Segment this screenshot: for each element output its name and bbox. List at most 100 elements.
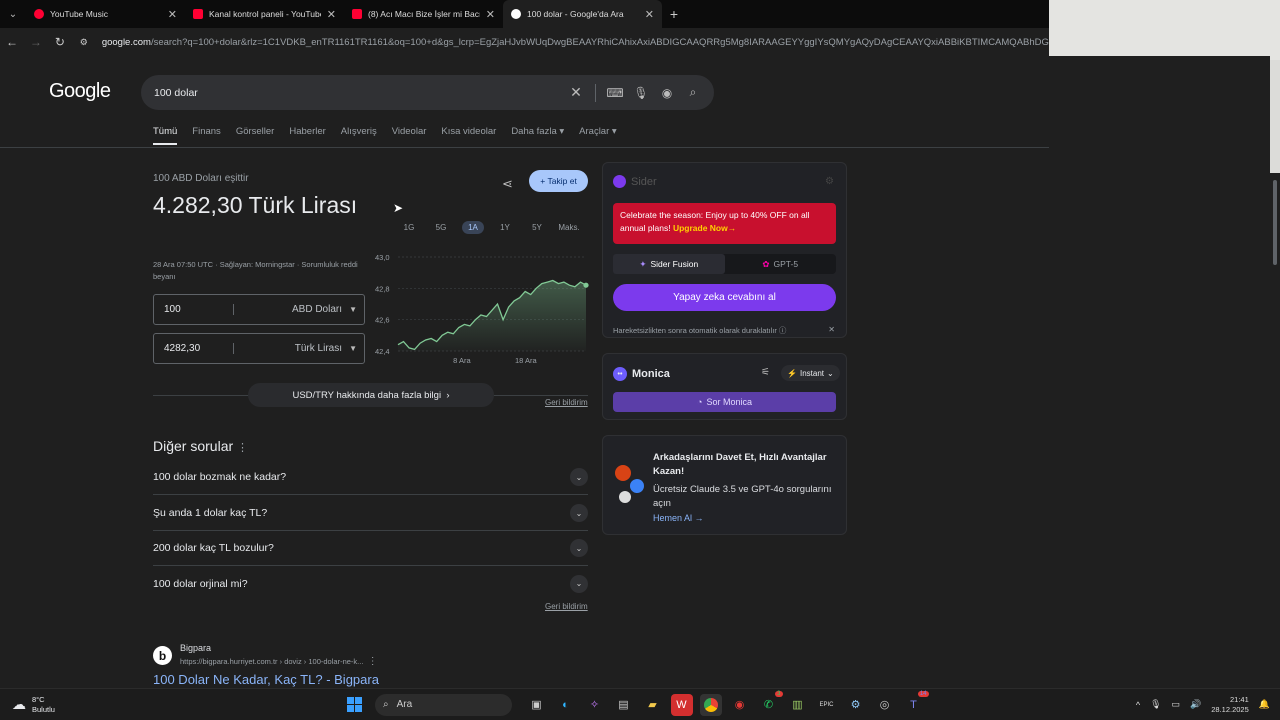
feedback-link[interactable]: Geri bildirim (545, 602, 588, 611)
tab-youtube-video[interactable]: (8) Acı Macı Bize İşler mi Bacı Y... ✕ (344, 0, 503, 28)
dropdown-icon[interactable]: ▼ (349, 305, 357, 314)
task-view-icon[interactable]: ▣ (526, 694, 548, 716)
edge-icon[interactable]: ◐ (555, 694, 577, 716)
paa-question[interactable]: Şu anda 1 dolar kaç TL? ⌄ (153, 496, 588, 531)
close-icon[interactable]: ✕ (327, 8, 336, 21)
tab-short-videos[interactable]: Kısa videolar (441, 126, 496, 145)
clock[interactable]: 21:41 28.12.2025 (1211, 695, 1249, 715)
whatsapp-icon[interactable]: ✆ 3 (758, 690, 783, 716)
close-icon[interactable]: ✕ (828, 325, 835, 334)
monica-logo-icon: •• (613, 367, 627, 381)
microphone-icon[interactable]: 🎙 (628, 86, 654, 100)
back-icon[interactable]: ← (0, 35, 24, 49)
network-icon[interactable]: ▭ (1172, 699, 1181, 710)
upgrade-link[interactable]: Upgrade Now→ (673, 223, 736, 233)
search-input[interactable]: 100 dolar (154, 87, 563, 99)
sider-logo-icon (613, 175, 626, 188)
result-url[interactable]: https://bigpara.hurriyet.com.tr › doviz … (180, 656, 378, 667)
close-icon[interactable]: ✕ (486, 8, 495, 21)
sliders-icon[interactable]: ⚟ (761, 367, 770, 378)
exchange-rate-chart[interactable]: 43,0 42,8 42,6 42,4 8 Ara 18 Ara (372, 249, 592, 369)
wps-office-icon[interactable]: W (670, 693, 693, 716)
tab-tools[interactable]: Araçlar ▾ (579, 126, 617, 145)
more-vert-icon[interactable]: ⋮ (237, 442, 248, 454)
chevron-down-icon[interactable]: ⌄ (570, 539, 588, 557)
to-amount-input[interactable]: 4282,30 (154, 343, 234, 354)
paa-question[interactable]: 200 dolar kaç TL bozulur? ⌄ (153, 531, 588, 566)
range-1y[interactable]: 1Y (489, 221, 521, 234)
search-icon[interactable]: ⌕ (680, 85, 706, 100)
range-1d[interactable]: 1G (393, 221, 425, 234)
get-now-link[interactable]: Hemen Al → (653, 513, 704, 523)
close-icon[interactable]: ✕ (645, 8, 654, 21)
taskbar-search[interactable]: ⌕ Ara (375, 693, 512, 716)
google-logo[interactable]: Google (49, 80, 111, 103)
search-box[interactable]: 100 dolar ✕ ⌨ 🎙 ◉ ⌕ (141, 75, 714, 110)
tab-google-search[interactable]: 100 dolar - Google'da Ara ✕ (503, 0, 662, 28)
chevron-down-icon[interactable]: ⌄ (570, 574, 588, 593)
nvidia-icon[interactable]: ▥ (787, 694, 809, 716)
from-amount-input[interactable]: 100 (154, 304, 234, 315)
clear-icon[interactable]: ✕ (563, 84, 589, 101)
steam-icon[interactable]: ⚙ (845, 694, 867, 716)
close-icon[interactable]: ✕ (168, 8, 177, 21)
url-field[interactable]: google.com/search?q=100+dolar&rlz=1C1VDK… (102, 37, 1050, 48)
mode-select[interactable]: ⚡ Instant ⌄ (781, 365, 840, 381)
share-icon[interactable]: ⋖ (502, 176, 513, 192)
chevron-down-icon[interactable]: ⌄ (570, 504, 588, 522)
forward-icon[interactable]: → (24, 35, 48, 49)
paa-question[interactable]: 100 dolar orjinal mi? ⌄ (153, 566, 588, 601)
sider-promo-banner[interactable]: Celebrate the season: Enjoy up to 40% OF… (613, 203, 836, 244)
volume-icon[interactable]: 🔊 (1190, 699, 1201, 710)
range-max[interactable]: Maks. (553, 221, 585, 234)
tab-shopping[interactable]: Alışveriş (341, 126, 377, 145)
tab-kanal-kontrol[interactable]: Kanal kontrol paneli - YouTube ✕ (185, 0, 344, 28)
range-5y[interactable]: 5Y (521, 221, 553, 234)
tab-finance[interactable]: Finans (192, 126, 221, 145)
chevron-down-icon[interactable]: ⌄ (570, 468, 588, 486)
tab-more[interactable]: Daha fazla ▾ (511, 126, 564, 145)
scrollbar-thumb[interactable] (1273, 180, 1277, 265)
new-tab-button[interactable]: + (662, 6, 686, 22)
follow-button[interactable]: + Takip et (529, 170, 588, 192)
model-gpt5[interactable]: ✿ GPT-5 (725, 254, 837, 274)
windows-start-icon[interactable] (344, 694, 366, 716)
weather-widget[interactable]: ☁ 8°C Bulutlu (0, 695, 340, 715)
ask-ai-button[interactable]: Yapay zeka cevabını al (613, 284, 836, 311)
microphone-icon[interactable]: 🎙 (1150, 699, 1161, 710)
ask-monica-button[interactable]: ◔ Sor Monica (613, 392, 836, 412)
more-vert-icon[interactable]: ⋮ (368, 656, 378, 667)
obs-icon[interactable]: ◎ (874, 694, 896, 716)
epic-games-icon[interactable]: EPIC (816, 694, 838, 716)
chrome-icon[interactable] (699, 693, 722, 716)
to-currency-select[interactable]: Türk Lirası (234, 343, 364, 354)
tab-news[interactable]: Haberler (289, 126, 325, 145)
dropdown-icon[interactable]: ▼ (349, 344, 357, 353)
range-1m[interactable]: 1A (462, 221, 484, 234)
file-explorer-icon[interactable]: ▰ (642, 694, 664, 716)
copilot-icon[interactable]: ✧ (584, 694, 606, 716)
settings-icon[interactable]: ⚙ (825, 176, 834, 187)
show-hidden-icons-icon[interactable]: ^ (1136, 700, 1140, 710)
notification-icon[interactable]: 🔔 (1259, 699, 1270, 710)
app-red-icon[interactable]: ◉ (729, 694, 751, 716)
model-sider-fusion[interactable]: ✦ Sider Fusion (613, 254, 725, 274)
tab-all[interactable]: Tümü (153, 126, 178, 145)
keyboard-icon[interactable]: ⌨ (602, 86, 628, 100)
feedback-link[interactable]: Geri bildirim (545, 398, 588, 407)
teams-icon[interactable]: T 14 (903, 690, 929, 716)
tab-search-icon[interactable]: ⌄ (0, 0, 26, 28)
result-title-link[interactable]: 100 Dolar Ne Kadar, Kaç TL? - Bigpara (153, 672, 379, 687)
tab-youtube-music[interactable]: YouTube Music ✕ (26, 0, 185, 28)
tab-images[interactable]: Görseller (236, 126, 275, 145)
tab-videos[interactable]: Videolar (392, 126, 427, 145)
result-site-name[interactable]: Bigpara (180, 643, 211, 653)
more-info-button[interactable]: USD/TRY hakkında daha fazla bilgi › (248, 383, 494, 407)
lens-icon[interactable]: ◉ (654, 86, 680, 100)
range-5d[interactable]: 5G (425, 221, 457, 234)
from-currency-select[interactable]: ABD Doları (234, 304, 364, 315)
reload-icon[interactable]: ↻ (48, 35, 72, 49)
paa-question[interactable]: 100 dolar bozmak ne kadar? ⌄ (153, 460, 588, 495)
store-icon[interactable]: ▤ (613, 694, 635, 716)
site-info-icon[interactable]: ⚙ (72, 37, 96, 48)
